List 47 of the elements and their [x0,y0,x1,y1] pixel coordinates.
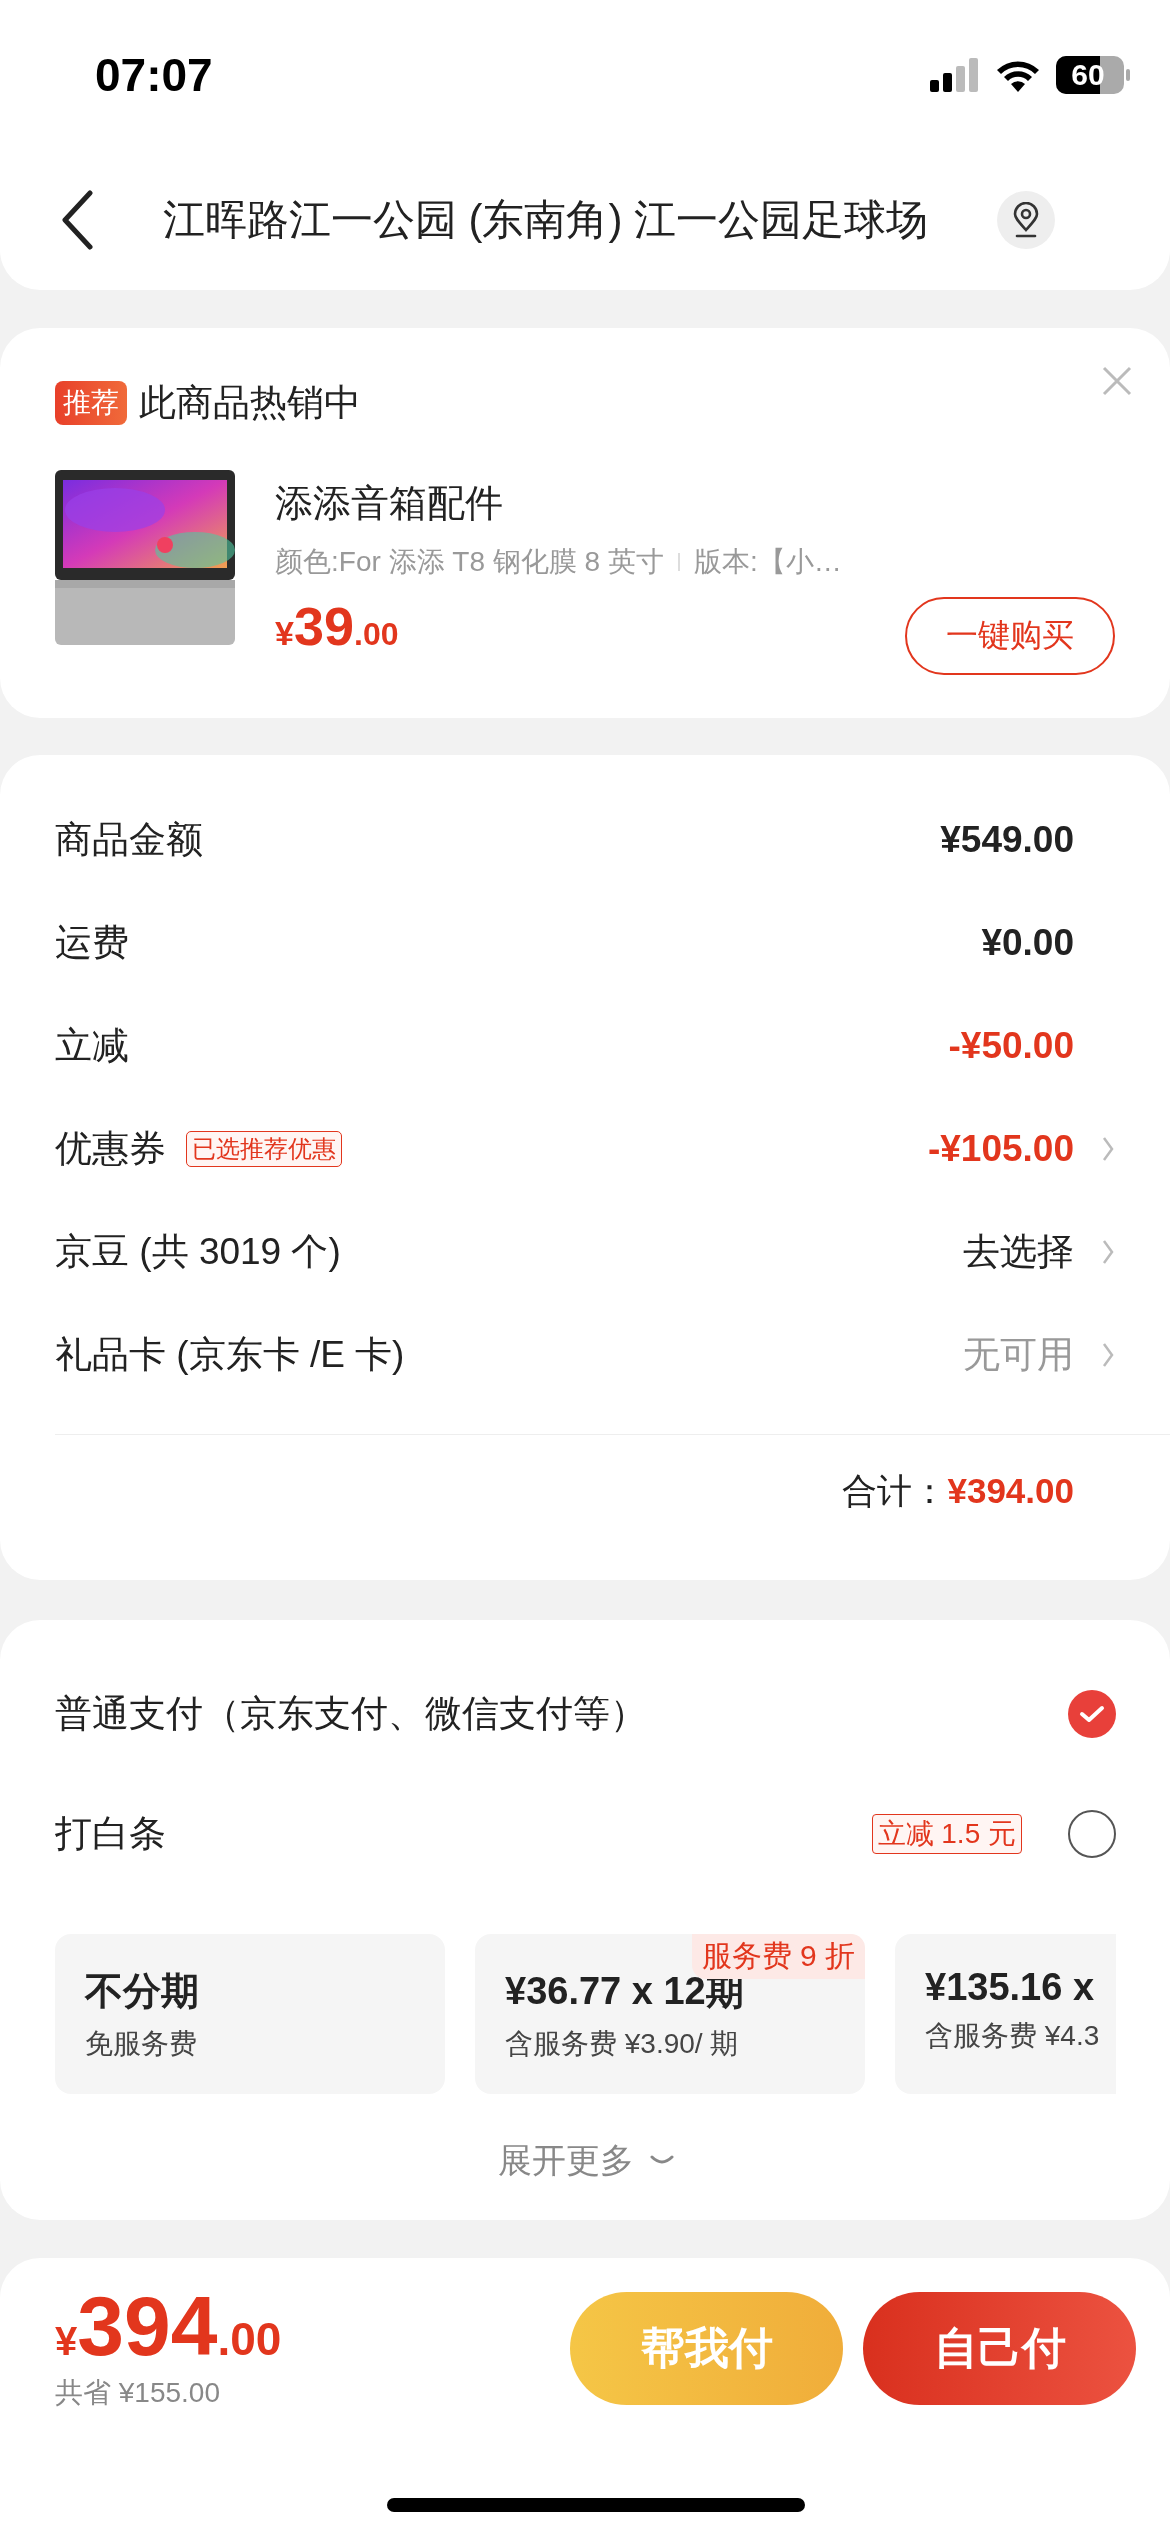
address-title: 江晖路江一公园 (东南角) 江一公园足球场 [161,195,930,245]
installment-option[interactable]: ¥135.16 x 含服务费 ¥4.3 [895,1934,1116,2094]
close-icon[interactable] [1102,366,1132,396]
installment-fee: 免服务费 [85,2027,198,2061]
row-label: 运费 [55,920,129,965]
coupon-tag: 已选推荐优惠 [186,1130,342,1167]
total-label: 合计： [842,1469,948,1512]
radio-checked[interactable] [1068,1690,1116,1738]
installment-fee: 含服务费 ¥4.3 [925,2019,1101,2053]
total-amount: ¥394.00 [947,1471,1074,1511]
expand-more-link[interactable]: 展开更多 [497,2138,634,2184]
chevron-right-icon[interactable] [1102,1341,1114,1368]
row-value: ¥0.00 [981,921,1074,964]
back-icon[interactable] [60,190,94,250]
row-label: 立减 [55,1023,129,1068]
product-spec: 版本:【小… [693,545,842,579]
recommend-badge: 推荐 [55,381,127,425]
chevron-right-icon[interactable] [1102,1135,1114,1162]
row-value: ¥549.00 [940,818,1074,861]
time-text: 07:07 [95,48,214,102]
row-label: 京豆 (共 3019 个) [55,1229,341,1274]
row-value[interactable]: 去选择 [963,1226,1074,1277]
row-label: 商品金额 [55,817,203,862]
payment-method-label: 普通支付（京东支付、微信支付等） [55,1692,648,1736]
product-name: 添添音箱配件 [275,481,504,526]
chevron-right-icon[interactable] [1102,1238,1114,1265]
buy-now-button[interactable]: 一键购买 [905,597,1115,675]
installment-fee: 含服务费 ¥3.90/ 期 [505,2027,740,2061]
payment-method-label: 打白条 [55,1812,167,1856]
row-label: 礼品卡 (京东卡 /E 卡) [55,1332,405,1377]
row-value[interactable]: 无可用 [963,1329,1074,1380]
installment-title: ¥135.16 x [925,1966,1096,2009]
installment-title: 不分期 [85,1969,200,2014]
pay-button[interactable]: 自己付 [863,2291,1136,2405]
signal-icon [930,58,980,92]
discount-tag: 立减 1.5 元 [871,1814,1022,1854]
row-label: 优惠券 [55,1126,166,1171]
installment-option[interactable]: 不分期 免服务费 [55,1934,445,2094]
row-value: -¥50.00 [948,1024,1074,1067]
product-spec: 颜色:For 添添 T8 钢化膜 8 英寸 [275,545,664,579]
savings-text: 共省 ¥155.00 [55,2376,220,2410]
row-value[interactable]: -¥105.00 [927,1127,1074,1170]
section-heading: 此商品热销中 [139,381,361,425]
total-price: ¥394.00 [55,2284,282,2368]
product-price: ¥39.00 [275,595,399,657]
radio-button[interactable] [1068,1810,1116,1858]
check-icon [1079,1704,1105,1724]
